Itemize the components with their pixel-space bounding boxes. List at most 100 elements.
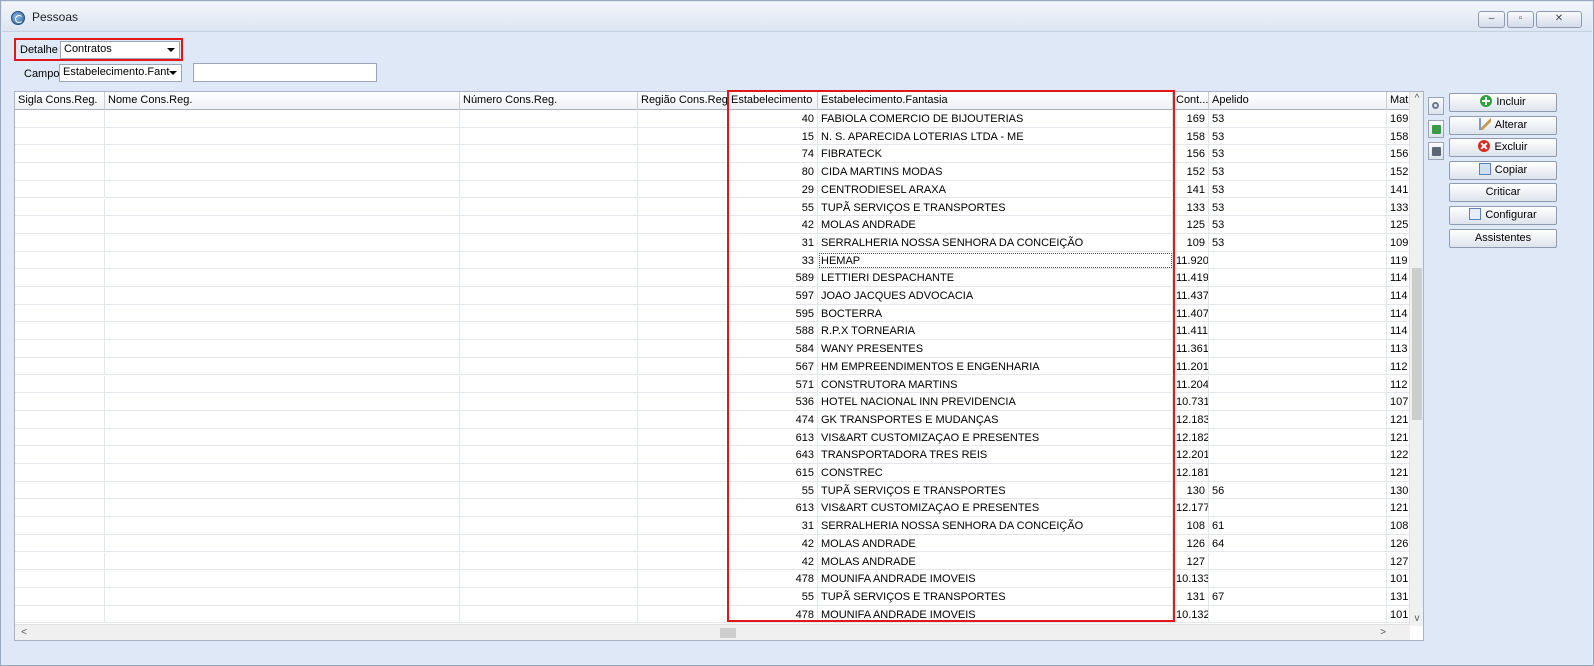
cell-numero[interactable] <box>460 216 638 234</box>
cell-regiao[interactable] <box>638 605 728 624</box>
cell-fantasia[interactable]: N. S. APARECIDA LOTERIAS LTDA - ME <box>818 127 1173 146</box>
cell-nome[interactable] <box>105 127 460 146</box>
cell-contrato[interactable]: 141 <box>1173 180 1209 199</box>
cell-apelido[interactable]: 56 <box>1209 481 1387 500</box>
alterar-button[interactable]: Alterar <box>1449 116 1557 135</box>
cell-contrato[interactable]: 109 <box>1173 233 1209 252</box>
cell-contrato[interactable]: 158 <box>1173 127 1209 146</box>
cell-fantasia[interactable]: SERRALHERIA NOSSA SENHORA DA CONCEIÇÃO <box>818 233 1173 252</box>
cell-contrato[interactable]: 11.419 <box>1173 269 1209 287</box>
column-header-nome[interactable]: Nome Cons.Reg. <box>105 92 460 110</box>
cell-contrato[interactable]: 11.361 <box>1173 340 1209 358</box>
cell-sigla[interactable] <box>15 145 105 164</box>
cell-numero[interactable] <box>460 393 638 411</box>
cell-sigla[interactable] <box>15 393 105 411</box>
cell-nome[interactable] <box>105 570 460 588</box>
table-row[interactable]: 40 FABIOLA COMERCIO DE BIJOUTERIAS 169 53 16… <box>15 110 1410 128</box>
cell-sigla[interactable] <box>15 481 105 500</box>
cell-fantasia[interactable]: WANY PRESENTES <box>818 340 1173 358</box>
cell-nome[interactable] <box>105 269 460 287</box>
cell-nome[interactable] <box>105 287 460 305</box>
cell-nome[interactable] <box>105 605 460 624</box>
cell-numero[interactable] <box>460 269 638 287</box>
cell-nome[interactable] <box>105 110 460 128</box>
table-row[interactable]: 42 MOLAS ANDRADE 127 127 <box>15 552 1410 571</box>
cell-nome[interactable] <box>105 163 460 181</box>
cell-numero[interactable] <box>460 410 638 429</box>
cell-nome[interactable] <box>105 464 460 482</box>
column-header-fantasia[interactable]: Estabelecimento.Fantasia <box>818 92 1173 110</box>
cell-sigla[interactable] <box>15 340 105 358</box>
cell-fantasia[interactable]: MOLAS ANDRADE <box>818 552 1173 571</box>
cell-apelido[interactable]: 53 <box>1209 216 1387 234</box>
cell-apelido[interactable]: 67 <box>1209 587 1387 606</box>
cell-contrato[interactable]: 130 <box>1173 481 1209 500</box>
incluir-button[interactable]: Incluir <box>1449 93 1557 112</box>
cell-contrato[interactable]: 10.133 <box>1173 570 1209 588</box>
table-row[interactable]: 55 TUPÃ SERVIÇOS E TRANSPORTES 133 53 133 <box>15 198 1410 217</box>
cell-estabelecimento[interactable]: 589 <box>728 269 818 287</box>
cell-fantasia[interactable]: GK TRANSPORTES E MUDANÇAS <box>818 410 1173 429</box>
cell-fantasia[interactable]: HM EMPREENDIMENTOS E ENGENHARIA <box>818 357 1173 376</box>
cell-numero[interactable] <box>460 180 638 199</box>
criticar-button[interactable]: Criticar <box>1449 183 1557 202</box>
cell-regiao[interactable] <box>638 145 728 164</box>
cell-sigla[interactable] <box>15 127 105 146</box>
table-row[interactable]: 478 MOUNIFA ANDRADE IMOVEIS 10.132 101 <box>15 605 1410 624</box>
column-header-estabelecimento[interactable]: Estabelecimento <box>728 92 818 110</box>
cell-apelido[interactable] <box>1209 499 1387 518</box>
cell-apelido[interactable] <box>1209 570 1387 588</box>
cell-fantasia[interactable]: FABIOLA COMERCIO DE BIJOUTERIAS <box>818 110 1173 128</box>
cell-sigla[interactable] <box>15 552 105 571</box>
cell-sigla[interactable] <box>15 216 105 234</box>
cell-numero[interactable] <box>460 446 638 464</box>
cell-estabelecimento[interactable]: 597 <box>728 287 818 305</box>
cell-estabelecimento[interactable]: 74 <box>728 145 818 164</box>
cell-nome[interactable] <box>105 587 460 606</box>
table-row[interactable]: 42 MOLAS ANDRADE 125 53 125 <box>15 216 1410 234</box>
cell-fantasia[interactable]: FIBRATECK <box>818 145 1173 164</box>
cell-numero[interactable] <box>460 198 638 217</box>
cell-numero[interactable] <box>460 251 638 270</box>
excluir-button[interactable]: Excluir <box>1449 138 1557 157</box>
table-row[interactable]: 31 SERRALHERIA NOSSA SENHORA DA CONCEIÇÃO… <box>15 517 1410 535</box>
cell-sigla[interactable] <box>15 499 105 518</box>
cell-mat[interactable]: 121 <box>1387 499 1410 518</box>
copiar-button[interactable]: Copiar <box>1449 161 1557 180</box>
cell-numero[interactable] <box>460 145 638 164</box>
cell-estabelecimento[interactable]: 536 <box>728 393 818 411</box>
cell-sigla[interactable] <box>15 110 105 128</box>
cell-estabelecimento[interactable]: 584 <box>728 340 818 358</box>
cell-mat[interactable]: 130 <box>1387 481 1410 500</box>
cell-regiao[interactable] <box>638 357 728 376</box>
column-header-apelido[interactable]: Apelido <box>1209 92 1387 110</box>
cell-estabelecimento[interactable]: 478 <box>728 605 818 624</box>
cell-mat[interactable]: 121 <box>1387 410 1410 429</box>
table-row[interactable]: 536 HOTEL NACIONAL INN PREVIDENCIA 10.731 1… <box>15 393 1410 411</box>
cell-contrato[interactable]: 11.411 <box>1173 322 1209 341</box>
cell-numero[interactable] <box>460 340 638 358</box>
cell-apelido[interactable] <box>1209 410 1387 429</box>
cell-contrato[interactable]: 11.201 <box>1173 357 1209 376</box>
table-row[interactable]: 55 TUPÃ SERVIÇOS E TRANSPORTES 130 56 130 <box>15 481 1410 500</box>
table-row[interactable]: 643 TRANSPORTADORA TRES REIS 12.201 122 <box>15 446 1410 464</box>
cell-regiao[interactable] <box>638 251 728 270</box>
cell-numero[interactable] <box>460 587 638 606</box>
cell-fantasia[interactable]: R.P.X TORNEARIA <box>818 322 1173 341</box>
filter-tool-button[interactable] <box>1428 97 1444 115</box>
cell-contrato[interactable]: 133 <box>1173 198 1209 217</box>
cell-nome[interactable] <box>105 428 460 447</box>
cell-numero[interactable] <box>460 534 638 553</box>
cell-regiao[interactable] <box>638 517 728 535</box>
cell-regiao[interactable] <box>638 410 728 429</box>
cell-regiao[interactable] <box>638 570 728 588</box>
cell-mat[interactable]: 121 <box>1387 464 1410 482</box>
cell-numero[interactable] <box>460 357 638 376</box>
cell-fantasia[interactable]: CONSTREC <box>818 464 1173 482</box>
scroll-left-icon[interactable]: < <box>17 625 31 640</box>
table-row[interactable]: 588 R.P.X TORNEARIA 11.411 114 <box>15 322 1410 341</box>
cell-mat[interactable]: 113 <box>1387 340 1410 358</box>
cell-fantasia[interactable]: BOCTERRA <box>818 304 1173 323</box>
cell-regiao[interactable] <box>638 552 728 571</box>
cell-sigla[interactable] <box>15 570 105 588</box>
